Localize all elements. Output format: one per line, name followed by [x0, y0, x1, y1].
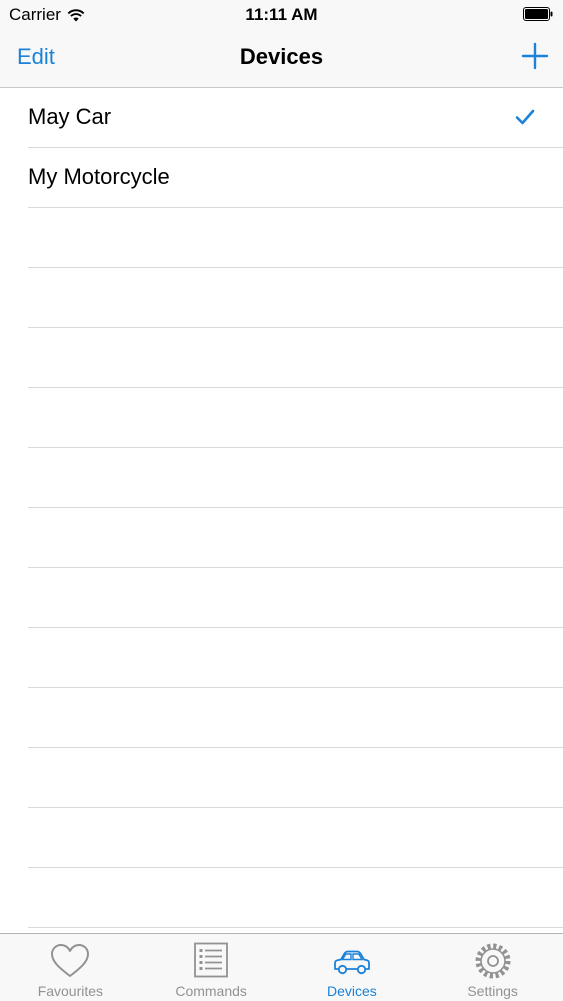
- tab-label: Settings: [467, 983, 518, 999]
- empty-row: [28, 808, 563, 868]
- tab-label: Favourites: [37, 983, 104, 999]
- empty-row: [28, 568, 563, 628]
- heart-icon: [51, 944, 90, 977]
- device-row-may-car[interactable]: May Car: [28, 88, 563, 148]
- list-icon: [194, 942, 229, 978]
- device-label: May Car: [28, 104, 112, 129]
- empty-row: [28, 628, 563, 688]
- device-label: My Motorcycle: [28, 164, 170, 189]
- navigation-bar: Edit Devices: [0, 30, 563, 88]
- empty-row: [28, 448, 563, 508]
- empty-row: [28, 748, 563, 808]
- tab-favourites[interactable]: Favourites: [0, 934, 141, 1001]
- tab-settings[interactable]: Settings: [422, 934, 563, 1001]
- empty-row: [28, 508, 563, 568]
- battery-icon: [523, 7, 553, 21]
- page-title: Devices: [239, 44, 324, 69]
- car-icon: [333, 950, 370, 975]
- empty-row: [28, 688, 563, 748]
- tab-devices[interactable]: Devices: [282, 934, 423, 1001]
- add-button[interactable]: [521, 42, 549, 70]
- status-bar: Carrier 11:11 AM: [0, 0, 563, 30]
- empty-row: [28, 208, 563, 268]
- empty-row: [28, 868, 563, 928]
- empty-row: [28, 388, 563, 448]
- status-time: 11:11 AM: [245, 5, 318, 24]
- tab-label: Commands: [175, 983, 247, 999]
- checkmark-icon: [515, 109, 535, 125]
- device-list: May Car My Motorcycle: [0, 88, 563, 928]
- tab-commands[interactable]: Commands: [141, 934, 282, 1001]
- empty-row: [28, 268, 563, 328]
- gear-icon: [475, 943, 511, 979]
- tab-label: Devices: [326, 983, 377, 999]
- tab-bar: Favourites Commands Devices Settings: [0, 933, 563, 1001]
- plus-icon: [521, 42, 549, 70]
- device-row-my-motorcycle[interactable]: My Motorcycle: [28, 148, 563, 208]
- empty-row: [28, 328, 563, 388]
